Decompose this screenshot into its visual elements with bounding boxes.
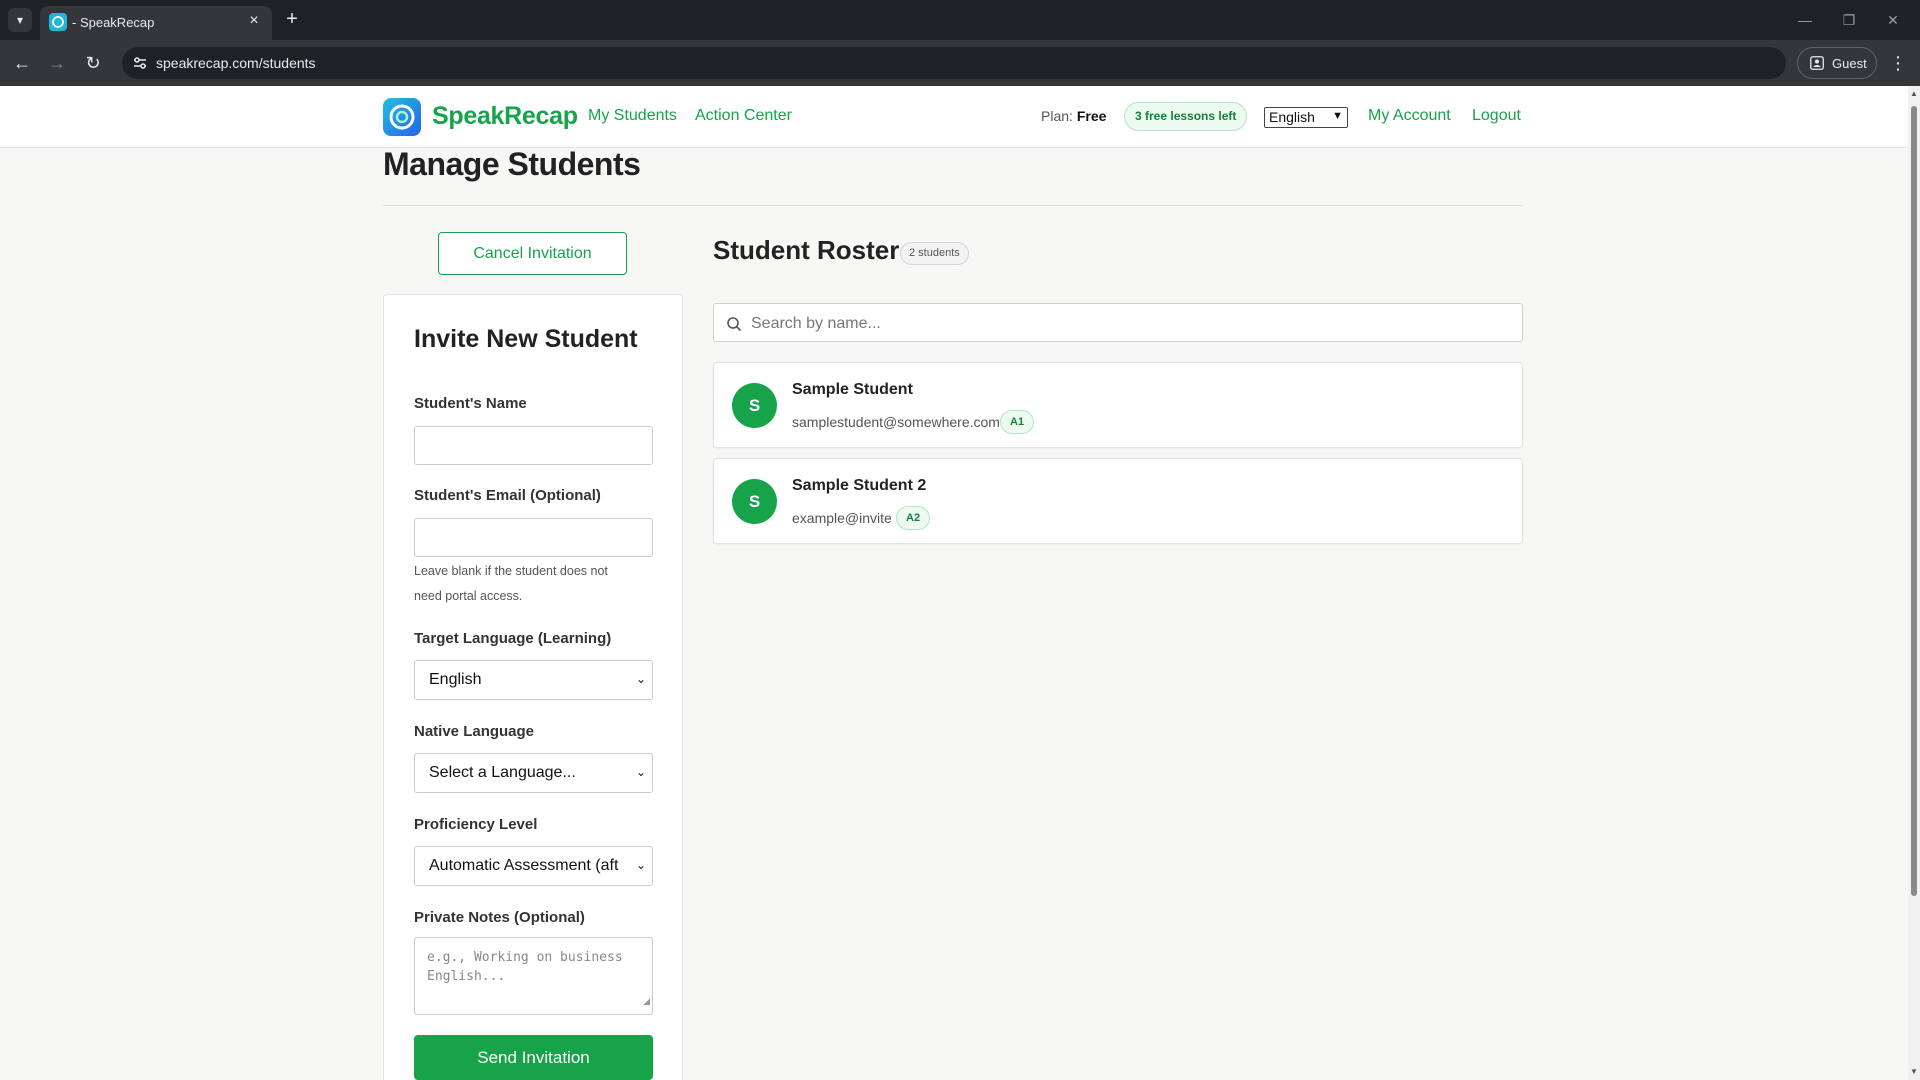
- email-help-text: Leave blank if the student does not need…: [414, 564, 608, 603]
- student-email-input[interactable]: [414, 518, 653, 557]
- cancel-invitation-button[interactable]: Cancel Invitation: [438, 232, 627, 275]
- page-content: SpeakRecap My Students Action Center Pla…: [0, 86, 1908, 1080]
- reload-icon[interactable]: ↻: [80, 50, 106, 76]
- address-bar[interactable]: speakrecap.com/students: [122, 47, 1786, 79]
- url-text: speakrecap.com/students: [156, 55, 316, 71]
- private-notes-placeholder: e.g., Working on business English...: [427, 950, 623, 984]
- title-divider: [383, 205, 1523, 206]
- student-name-label: Student's Name: [414, 395, 527, 412]
- nav-my-students[interactable]: My Students: [588, 107, 677, 125]
- profile-button[interactable]: Guest: [1797, 47, 1877, 79]
- level-badge: A1: [1000, 410, 1035, 434]
- logo-text[interactable]: SpeakRecap: [432, 102, 578, 131]
- scroll-down-arrow-icon[interactable]: ▼: [1910, 1068, 1918, 1076]
- window-close-icon[interactable]: ✕: [1878, 8, 1908, 32]
- private-notes-textarea[interactable]: e.g., Working on business English... ◢: [414, 937, 653, 1015]
- proficiency-select[interactable]: Automatic Assessment (aft ⌄: [414, 846, 653, 886]
- student-name: Sample Student 2: [792, 477, 927, 494]
- page-title: Manage Students: [383, 146, 641, 182]
- profile-label: Guest: [1832, 56, 1867, 71]
- logout-link[interactable]: Logout: [1472, 107, 1521, 125]
- chevron-down-icon: ▼: [1332, 110, 1343, 122]
- chevron-down-icon: ⌄: [635, 858, 646, 872]
- student-email: samplestudent@somewhere.com: [792, 414, 1000, 430]
- target-language-value: English: [429, 671, 482, 688]
- browser-toolbar: ← → ↻ speakrecap.com/students Guest ⋮: [0, 40, 1920, 86]
- proficiency-value: Automatic Assessment (aft: [429, 857, 619, 874]
- target-language-label: Target Language (Learning): [414, 630, 612, 647]
- native-language-value: Select a Language...: [429, 764, 576, 781]
- roster-title: Student Roster: [713, 235, 900, 265]
- send-invitation-button[interactable]: Send Invitation: [414, 1035, 653, 1080]
- language-select-value: English: [1269, 109, 1315, 125]
- back-arrow-icon[interactable]: ←: [9, 50, 35, 76]
- search-placeholder: Search by name...: [751, 315, 881, 332]
- native-language-label: Native Language: [414, 723, 535, 740]
- private-notes-label: Private Notes (Optional): [414, 909, 585, 926]
- avatar: S: [732, 479, 777, 524]
- tab-search-chevron-icon[interactable]: ▾: [8, 8, 32, 32]
- chevron-down-icon: ⌄: [635, 672, 646, 686]
- browser-menu-icon[interactable]: ⋮: [1886, 50, 1910, 76]
- page-scrollbar[interactable]: ▲ ▼: [1908, 86, 1920, 1080]
- tab-close-icon[interactable]: ×: [244, 11, 264, 31]
- language-select[interactable]: English ▼: [1264, 107, 1348, 128]
- student-card[interactable]: S Sample Student 2 example@invite A2: [713, 458, 1523, 544]
- plan-label: Plan:: [1041, 108, 1073, 124]
- scroll-up-arrow-icon[interactable]: ▲: [1910, 90, 1918, 98]
- invite-student-card: Invite New Student Student's Name Studen…: [383, 294, 683, 1080]
- resize-grip-icon[interactable]: ◢: [643, 993, 650, 1012]
- student-search-input[interactable]: Search by name...: [713, 303, 1523, 342]
- student-email: example@invite: [792, 510, 892, 526]
- profile-icon: [1810, 56, 1824, 70]
- browser-tab[interactable]: - SpeakRecap ×: [40, 6, 272, 40]
- forward-arrow-icon[interactable]: →: [44, 50, 70, 76]
- nav-action-center[interactable]: Action Center: [695, 107, 792, 125]
- chevron-down-icon: ⌄: [635, 765, 646, 779]
- search-icon: [727, 317, 742, 332]
- lessons-left-badge: 3 free lessons left: [1124, 102, 1248, 131]
- plan-indicator: Plan: Free: [1041, 108, 1106, 124]
- student-card[interactable]: S Sample Student samplestudent@somewhere…: [713, 362, 1523, 448]
- student-count-badge: 2 students: [900, 242, 969, 265]
- native-language-select[interactable]: Select a Language... ⌄: [414, 753, 653, 793]
- new-tab-plus-icon[interactable]: +: [280, 8, 304, 32]
- site-header: SpeakRecap My Students Action Center Pla…: [0, 86, 1908, 148]
- speakrecap-logo-icon[interactable]: [383, 98, 421, 136]
- plan-value: Free: [1076, 108, 1107, 124]
- speakrecap-favicon-icon: [49, 13, 67, 31]
- target-language-select[interactable]: English ⌄: [414, 660, 653, 700]
- tab-title: - SpeakRecap: [72, 15, 155, 30]
- my-account-link[interactable]: My Account: [1368, 107, 1451, 125]
- site-info-tune-icon[interactable]: [130, 53, 150, 73]
- minimize-icon[interactable]: —: [1790, 8, 1820, 32]
- scrollbar-thumb[interactable]: [1911, 106, 1917, 896]
- level-badge: A2: [896, 506, 931, 530]
- proficiency-label: Proficiency Level: [414, 816, 538, 833]
- avatar: S: [732, 383, 777, 428]
- restore-icon[interactable]: ❐: [1834, 8, 1864, 32]
- student-name-input[interactable]: [414, 426, 653, 465]
- invite-form-title: Invite New Student: [414, 325, 638, 353]
- student-email-label: Student's Email (Optional): [414, 487, 601, 504]
- student-name: Sample Student: [792, 381, 913, 398]
- browser-tab-bar: ▾ - SpeakRecap × + — ❐ ✕: [0, 0, 1920, 40]
